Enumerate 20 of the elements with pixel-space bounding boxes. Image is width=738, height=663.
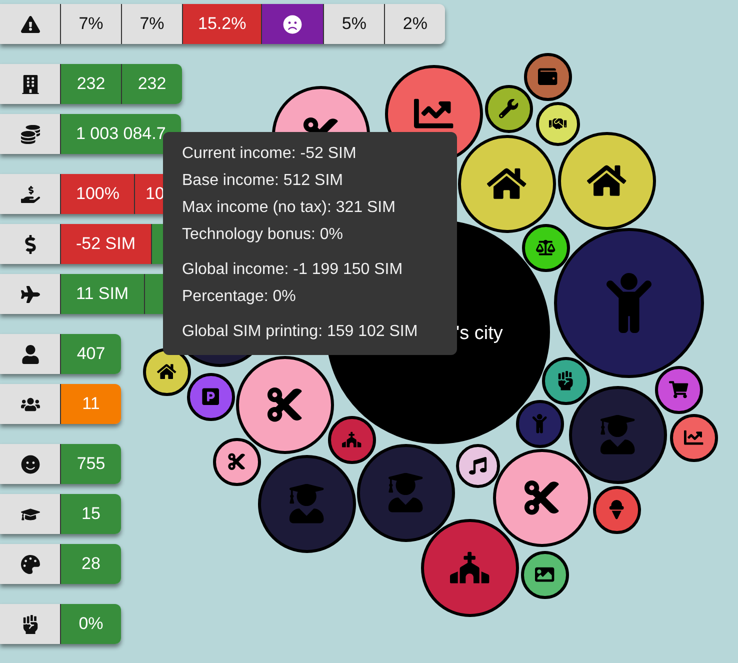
value-cell: 100% [60,174,134,214]
value-cell: 7% [60,4,121,44]
tooltip-line: Current income: -52 SIM [182,144,356,164]
value-cell: 15 [60,494,121,534]
value-cell: -52 SIM [60,224,151,264]
value-cell: 232 [121,64,182,104]
value-cell: 2% [384,4,446,44]
value-cell: 11 [60,384,121,424]
value-cell: 407 [60,334,121,374]
city-label: 's city [456,322,503,346]
value-cell: 755 [60,444,121,484]
value-cell: 1 003 084.7 [60,114,181,154]
value-cell: 5% [323,4,384,44]
value-cell: 28 [60,544,121,584]
value-cell: 11 SIM [60,274,144,314]
value-cell: 0% [60,604,121,644]
value-cell: 7% [121,4,182,44]
value-cell: 15.2% [182,4,262,44]
value-cell: 232 [60,64,121,104]
tooltip-line: Global SIM printing: 159 102 SIM [182,322,418,342]
